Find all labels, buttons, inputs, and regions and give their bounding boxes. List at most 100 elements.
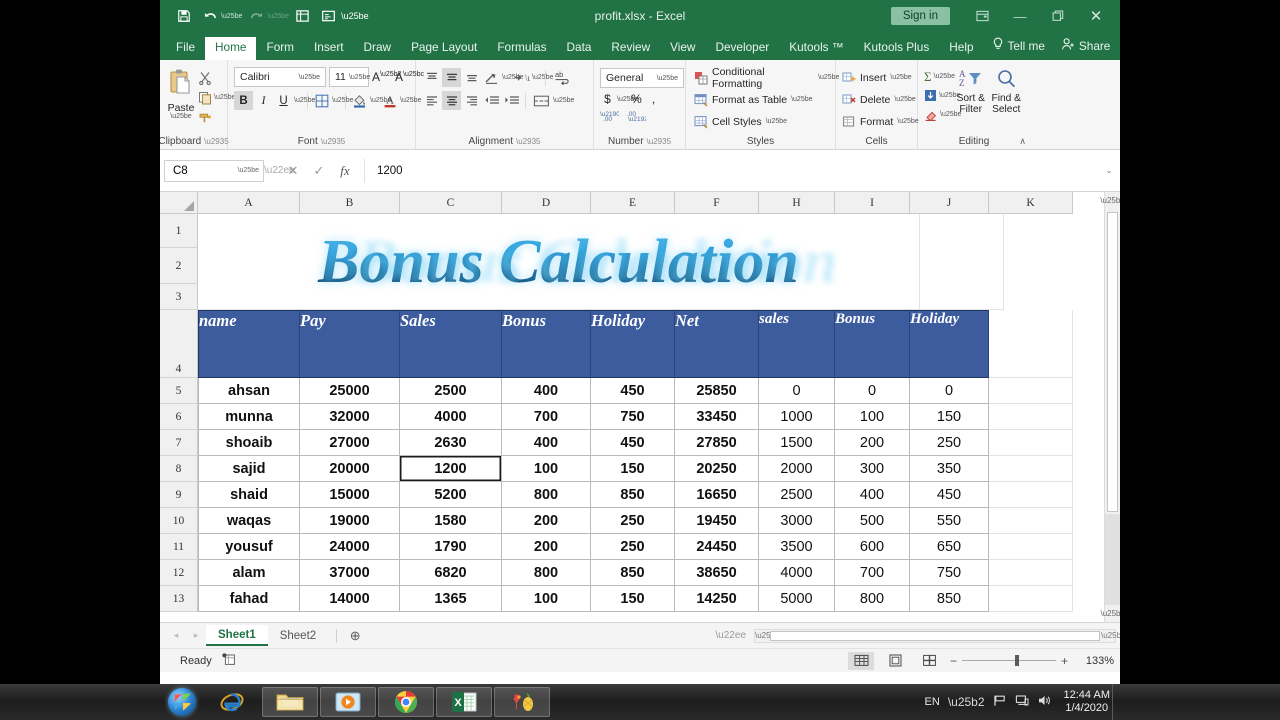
column-header-H[interactable]: H [759,192,835,214]
tab-developer[interactable]: Developer [705,37,779,60]
orientation-button[interactable] [482,68,501,87]
vertical-scroll-thumb[interactable] [1107,212,1118,512]
tab-view[interactable]: View [660,37,705,60]
formula-bar-handle[interactable]: \u22ee [264,165,295,176]
page-layout-view-button[interactable] [882,652,908,670]
format-as-table-button[interactable]: Format as Table \u25be [694,90,813,109]
column-header-A[interactable]: A [198,192,300,214]
alignment-dialog-launcher-icon[interactable]: \u2935 [516,137,540,146]
row-header-3[interactable]: 3 [160,284,198,310]
formula-input[interactable]: 1200 [364,158,1102,183]
tab-page-layout[interactable]: Page Layout [401,37,487,60]
cell-I11[interactable]: 600 [835,534,910,560]
conditional-formatting-button[interactable]: Conditional Formatting \u25be [694,66,839,90]
cell-B7[interactable]: 27000 [300,430,400,456]
row-header-7[interactable]: 7 [160,430,198,456]
borders-button[interactable] [312,91,331,110]
cell-D7[interactable]: 400 [502,430,591,456]
tab-help[interactable]: Help [939,37,983,60]
cell-styles-dropdown-icon[interactable]: \u25be [766,118,787,125]
row-header-6[interactable]: 6 [160,404,198,430]
cell-H12[interactable]: 4000 [759,560,835,586]
cell-H11[interactable]: 3500 [759,534,835,560]
font-name-combo[interactable]: Calibri \u25be [234,67,326,87]
tab-draw[interactable]: Draw [354,37,402,60]
cell-E7[interactable]: 450 [591,430,675,456]
align-bottom-button[interactable] [462,68,481,87]
increase-font-size-button[interactable]: A\u25b2 [372,70,401,84]
vertical-scrollbar[interactable]: \u25b2 \u25bc [1100,192,1120,622]
redo-dropdown-icon[interactable]: \u25be [267,13,288,20]
cell-I6[interactable]: 100 [835,404,910,430]
wrap-text-button[interactable]: ab [550,68,576,87]
cell-B9[interactable]: 15000 [300,482,400,508]
internet-explorer-icon[interactable] [204,687,260,717]
scroll-right-arrow-icon[interactable]: \u25b6 [1101,631,1120,640]
insert-function-icon[interactable]: fx [332,160,358,182]
row-header-11[interactable]: 11 [160,534,198,560]
cell-F8[interactable]: 20250 [675,456,759,482]
cell-E13[interactable]: 150 [591,586,675,612]
decrease-font-size-button[interactable]: A\u25bc [395,70,424,84]
text-direction-button[interactable]: \u00b6 [512,68,531,87]
table-header-bonus2[interactable]: Bonus [835,310,910,378]
row-header-8[interactable]: 8 [160,456,198,482]
row-header-13[interactable]: 13 [160,586,198,612]
cell-B12[interactable]: 37000 [300,560,400,586]
font-dialog-launcher-icon[interactable]: \u2935 [321,137,345,146]
autosum-button[interactable]: Σ \u25be [924,68,955,85]
name-box-dropdown-icon[interactable]: \u25be [238,167,259,174]
undo-icon[interactable] [198,5,222,27]
google-chrome-icon[interactable] [378,687,434,717]
tab-review[interactable]: Review [601,37,660,60]
cell-K9[interactable] [989,482,1073,508]
previous-sheet-icon[interactable]: ◂ [166,630,186,641]
copy-button[interactable]: \u25be [198,89,235,106]
font-name-dropdown-icon[interactable]: \u25be [296,74,323,81]
table-header-name[interactable]: name [198,310,300,378]
align-center-button[interactable] [442,91,461,110]
align-top-button[interactable] [422,68,441,87]
cell-I12[interactable]: 700 [835,560,910,586]
tab-kutools-plus[interactable]: Kutools Plus [854,37,940,60]
column-header-F[interactable]: F [675,192,759,214]
confirm-edit-icon[interactable]: ✓ [306,160,332,182]
sheet-tab-sheet1[interactable]: Sheet1 [206,625,268,646]
column-header-K[interactable]: K [989,192,1073,214]
name-box[interactable]: C8 \u25be [164,159,264,182]
fill-button[interactable]: \u25be [924,87,960,104]
clear-button[interactable]: \u25be [924,106,961,123]
number-dialog-launcher-icon[interactable]: \u2935 [647,137,671,146]
sheet-title-cell[interactable]: Bonus Calculation [198,214,920,310]
table-header-holiday[interactable]: Holiday [591,310,675,378]
cell-F10[interactable]: 19450 [675,508,759,534]
tab-form[interactable]: Form [256,37,304,60]
cell-E10[interactable]: 250 [591,508,675,534]
cell-B10[interactable]: 19000 [300,508,400,534]
cell-I9[interactable]: 400 [835,482,910,508]
cell-H8[interactable]: 2000 [759,456,835,482]
row-header-9[interactable]: 9 [160,482,198,508]
table-header-holiday2[interactable]: Holiday [910,310,989,378]
share-button[interactable]: Share [1053,32,1118,60]
delete-cells-dropdown-icon[interactable]: \u25be [894,96,915,103]
column-header-D[interactable]: D [502,192,591,214]
cell-C7[interactable]: 2630 [400,430,502,456]
find-and-select-button[interactable]: Find & Select [989,68,1025,115]
copy-dropdown-icon[interactable]: \u25be [214,94,235,101]
flag-action-center-icon[interactable] [993,694,1007,710]
cell-C10[interactable]: 1580 [400,508,502,534]
cell-J5[interactable]: 0 [910,378,989,404]
currency-dropdown-icon[interactable]: \u25be [617,96,638,103]
cell-C11[interactable]: 1790 [400,534,502,560]
expand-formula-bar-icon[interactable]: ⌄ [1102,166,1116,175]
increase-decimal-button[interactable]: .00\u2192.0 [627,109,654,125]
fill-color-button[interactable] [350,91,369,110]
taskbar-clock[interactable]: 12:44 AM 1/4/2020 [1060,689,1114,715]
form-icon[interactable] [317,5,341,27]
cell-K5[interactable] [989,378,1073,404]
currency-button[interactable]: $ [600,92,615,106]
fill-color-dropdown-icon[interactable]: \u25be [370,97,391,104]
close-icon[interactable]: ✕ [1078,3,1114,29]
row-header-1[interactable]: 1 [160,214,198,248]
